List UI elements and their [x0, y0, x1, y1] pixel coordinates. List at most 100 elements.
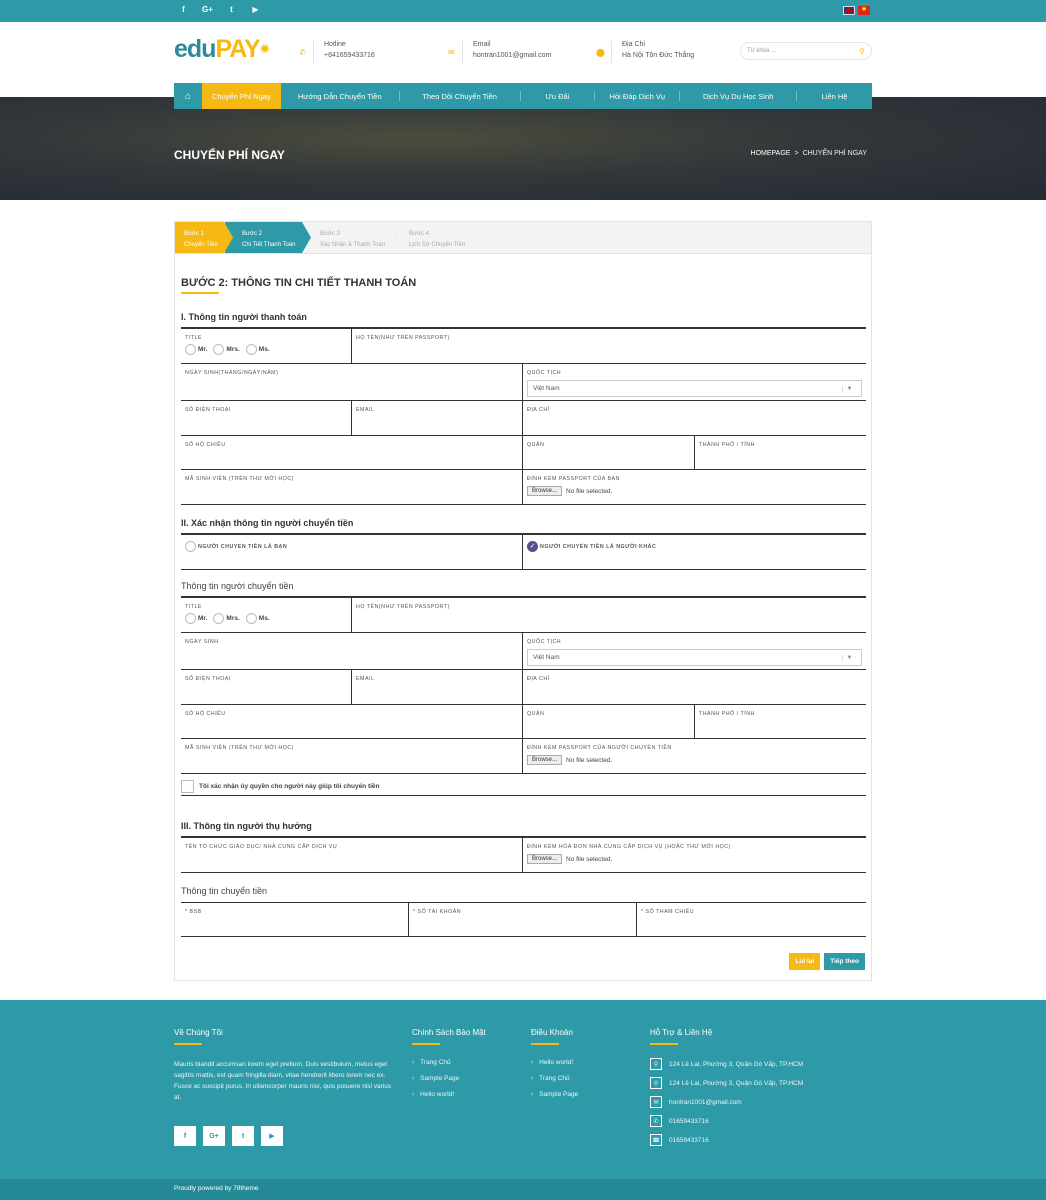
- sender-other-option[interactable]: ✓ NGƯỜI CHUYỂN TIỀN LÀ NGƯỜI KHÁC: [523, 535, 866, 569]
- home-icon[interactable]: ⌂: [174, 83, 202, 109]
- step-3[interactable]: Bước 3 Xác Nhận & Thanh Toán: [303, 222, 396, 253]
- sender-you-option[interactable]: NGƯỜI CHUYỂN TIỀN LÀ BẠN: [181, 535, 523, 569]
- step-1[interactable]: Bước 1 Chuyển Tiền: [175, 222, 233, 253]
- bsb-field[interactable]: * BSB: [181, 903, 409, 936]
- search-box[interactable]: Từ khóa ... ⚲: [740, 42, 872, 60]
- passport-label: SỐ HỘ CHIẾU: [185, 442, 226, 448]
- radio-mrs[interactable]: Mrs.: [213, 613, 240, 624]
- radio-mrs[interactable]: Mrs.: [213, 344, 240, 355]
- radio-circle[interactable]: [213, 613, 225, 624]
- reference-number-field[interactable]: * SỐ THAM CHIẾU: [637, 903, 866, 936]
- radio-circle[interactable]: [213, 344, 225, 355]
- radio-ms[interactable]: Ms.: [245, 613, 270, 624]
- back-button[interactable]: Lùi lại: [789, 953, 821, 970]
- radio-ms[interactable]: Ms.: [245, 344, 270, 355]
- email-field[interactable]: EMAIL: [352, 670, 523, 704]
- browse-button[interactable]: Browse...: [527, 755, 563, 765]
- footer-underline: [174, 1043, 202, 1045]
- logo[interactable]: eduPAY✺: [174, 37, 270, 62]
- address-field[interactable]: ĐỊA CHỈ: [523, 670, 866, 704]
- facebook-icon[interactable]: f: [174, 1126, 196, 1146]
- district-field[interactable]: QUẬN: [523, 705, 695, 738]
- phone-field[interactable]: SỐ ĐIỆN THOẠI: [181, 401, 352, 435]
- step-indicator: Bước 4 Lịch Sử Chuyển Tiền Bước 3 Xác Nhận…: [175, 222, 871, 254]
- breadcrumb-home[interactable]: HOMEPAGE: [751, 150, 791, 157]
- chevron-down-icon[interactable]: ▼: [842, 654, 856, 661]
- nationality-select[interactable]: Việt Nam ▼: [527, 649, 862, 666]
- contact-address: ⚲ 124 Lê Lai, Phường 3, Quận Gò Vấp, TP.H…: [650, 1058, 803, 1070]
- radio-circle[interactable]: [185, 541, 196, 552]
- fullname-field[interactable]: HỌ TÊN(NHƯ TRÊN PASSPORT): [352, 329, 866, 363]
- twitter-icon[interactable]: t: [226, 5, 237, 14]
- address-field[interactable]: ĐỊA CHỈ: [523, 401, 866, 435]
- youtube-icon[interactable]: ▶: [250, 5, 261, 14]
- account-number-field[interactable]: * SỐ TÀI KHOẢN: [409, 903, 637, 936]
- footer-link[interactable]: › Sample Page: [531, 1091, 578, 1098]
- contact-fax[interactable]: ☎ 01659433716: [650, 1134, 803, 1146]
- attach-passport-cell: ĐÍNH KÈM PASSPORT CỦA BẠN Browse... No fi…: [523, 470, 866, 504]
- radio-circle[interactable]: [185, 613, 196, 624]
- phone-field[interactable]: SỐ ĐIỆN THOẠI: [181, 670, 352, 704]
- next-button[interactable]: Tiếp theo: [824, 953, 865, 970]
- phone-icon: ✆: [650, 1115, 662, 1127]
- sender-info-title: Thông tin người chuyển tiền: [181, 581, 294, 591]
- city-field[interactable]: THÀNH PHỐ / TỈNH: [695, 705, 866, 738]
- nav-item-hoi-dap[interactable]: Hỏi Đáp Dịch Vụ: [595, 83, 679, 109]
- nav-item-chuyen-phi-ngay[interactable]: Chuyển Phí Ngay: [201, 83, 281, 109]
- footer-link[interactable]: › Hello world!: [412, 1091, 486, 1098]
- contact-email[interactable]: ✉ hontran1001@gmail.com: [650, 1096, 803, 1108]
- footer-link[interactable]: › Sample Page: [412, 1075, 486, 1082]
- city-field[interactable]: THÀNH PHỐ / TỈNH: [695, 436, 866, 469]
- title-cell: TITLE Mr. Mrs. Ms.: [181, 329, 352, 363]
- browse-button[interactable]: Browse...: [527, 854, 563, 864]
- attach-passport-cell: ĐÍNH KÈM PASSPORT CỦA NGƯỜI CHUYỂN TIỀN …: [523, 739, 866, 773]
- district-field[interactable]: QUẬN: [523, 436, 695, 469]
- step-2[interactable]: Bước 2 Chi Tiết Thanh Toán: [225, 222, 311, 253]
- nationality-select[interactable]: Việt Nam ▼: [527, 380, 862, 397]
- sender-form: TITLE Mr. Mrs. Ms. HỌ TÊN(NHƯ TRÊN PASSP…: [181, 596, 866, 774]
- contact-phone[interactable]: ✆ 01659433716: [650, 1115, 803, 1127]
- twitter-icon[interactable]: t: [232, 1126, 254, 1146]
- phone-label: SỐ ĐIỆN THOẠI: [185, 407, 231, 413]
- step-2-number: Bước 2: [242, 231, 262, 237]
- nav-item-lien-he[interactable]: Liên Hệ: [797, 83, 872, 109]
- authorization-checkbox[interactable]: [181, 780, 194, 793]
- chevron-down-icon[interactable]: ▼: [842, 385, 856, 392]
- title-label: TITLE: [185, 604, 202, 610]
- student-id-field[interactable]: MÃ SINH VIÊN (TRÊN THƯ MỜI HỌC): [181, 739, 523, 773]
- org-field[interactable]: TÊN TỔ CHỨC GIÁO DỤC/ NHÀ CUNG CẤP DỊCH …: [181, 838, 523, 872]
- footer-link[interactable]: › Trang Chủ: [531, 1075, 578, 1082]
- facebook-icon[interactable]: f: [178, 5, 189, 14]
- flag-vn-icon[interactable]: ★: [858, 6, 870, 15]
- radio-mr[interactable]: Mr.: [185, 613, 207, 624]
- email-field[interactable]: EMAIL: [352, 401, 523, 435]
- search-input[interactable]: Từ khóa ...: [747, 48, 859, 54]
- radio-circle[interactable]: [245, 344, 257, 355]
- check-icon[interactable]: ✓: [527, 541, 538, 552]
- footer-link[interactable]: › Hello world!: [531, 1059, 578, 1066]
- dob-field[interactable]: NGÀY SINH: [181, 633, 523, 669]
- nav-item-du-hoc-sinh[interactable]: Dịch Vụ Du Học Sinh: [680, 83, 796, 109]
- nav-item-theo-doi[interactable]: Theo Dõi Chuyển Tiền: [400, 83, 520, 109]
- footer-link[interactable]: › Trang Chủ: [412, 1059, 486, 1066]
- google-plus-icon[interactable]: G+: [202, 5, 213, 14]
- flag-en-icon[interactable]: [843, 6, 855, 15]
- section-1-title: I. Thông tin người thanh toán: [181, 312, 307, 322]
- browse-button[interactable]: Browse...: [527, 486, 563, 496]
- language-switcher: ★: [843, 6, 870, 15]
- search-icon[interactable]: ⚲: [859, 47, 865, 56]
- google-plus-icon[interactable]: G+: [203, 1126, 225, 1146]
- nav-item-huong-dan[interactable]: Hướng Dẫn Chuyển Tiền: [281, 83, 399, 109]
- authorization-text: Tôi xác nhận ủy quyền cho người này giúp…: [199, 783, 380, 790]
- radio-mr[interactable]: Mr.: [185, 344, 207, 355]
- passport-field[interactable]: SỐ HỘ CHIẾU: [181, 436, 523, 469]
- radio-circle[interactable]: [245, 613, 257, 624]
- radio-circle[interactable]: [185, 344, 196, 355]
- step-4[interactable]: Bước 4 Lịch Sử Chuyển Tiền: [392, 222, 485, 253]
- youtube-icon[interactable]: ▶: [261, 1126, 283, 1146]
- dob-field[interactable]: NGÀY SINH(THÁNG/NGÀY/NĂM): [181, 364, 523, 400]
- nav-item-uu-dai[interactable]: Ưu Đãi: [521, 83, 595, 109]
- student-id-field[interactable]: MÃ SINH VIÊN (TRÊN THƯ MỜI HỌC): [181, 470, 523, 504]
- fullname-field[interactable]: HỌ TÊN(NHƯ TRÊN PASSPORT): [352, 598, 866, 632]
- passport-field[interactable]: SỐ HỘ CHIẾU: [181, 705, 523, 738]
